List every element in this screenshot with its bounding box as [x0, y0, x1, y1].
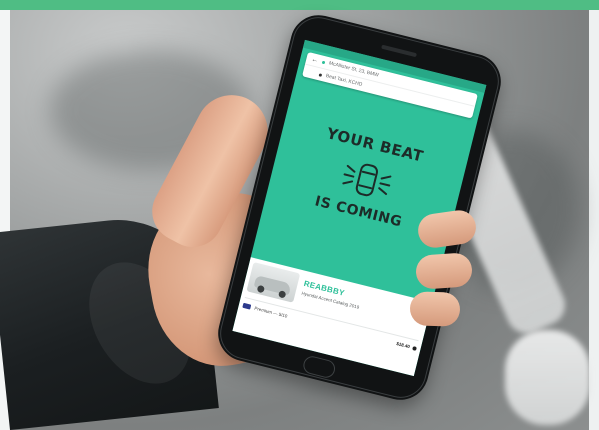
destination-dot-icon	[318, 72, 323, 77]
hand-finger	[409, 291, 461, 327]
road-marking-stripe	[505, 330, 590, 425]
payment-card-icon	[242, 302, 252, 310]
price-info-icon[interactable]	[412, 345, 418, 351]
top-accent-bar	[0, 0, 599, 10]
ride-price: $18.40	[395, 341, 411, 350]
car-wheel	[277, 290, 287, 299]
pickup-dot-icon	[321, 60, 326, 64]
ride-divider	[244, 296, 419, 342]
car-arriving-icon	[341, 163, 391, 197]
car-photo	[246, 262, 301, 303]
back-arrow-icon[interactable]: ←	[311, 56, 319, 64]
car-wheel	[256, 284, 266, 294]
photo-scene: ← McAllister St, 23, BMW ← Beat Taxi, KC…	[0, 0, 599, 430]
hand-finger	[414, 252, 474, 290]
right-frame-border	[589, 10, 599, 430]
